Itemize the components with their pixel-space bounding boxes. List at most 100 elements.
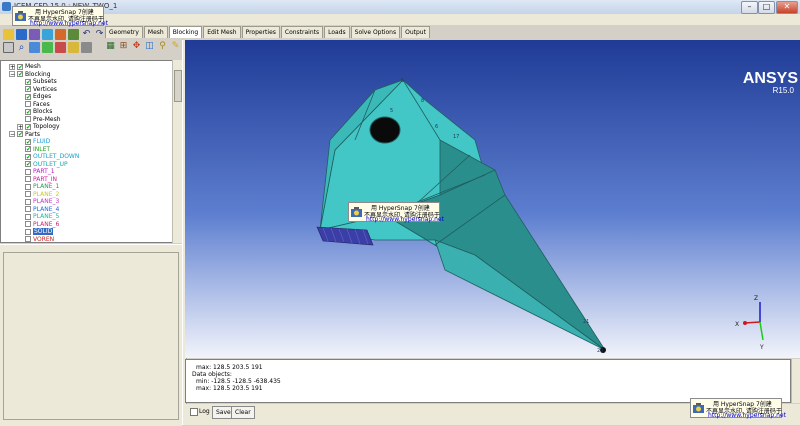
expand-toggle[interactable]: + [9, 63, 15, 70]
move-vertex-icon[interactable]: ✎ [170, 41, 181, 52]
zoom-icon[interactable]: ⌕ [16, 42, 27, 53]
tree-item-label: PLANE_2 [33, 190, 60, 198]
visibility-checkbox[interactable]: ✔ [25, 108, 31, 115]
measure-icon[interactable] [55, 42, 66, 53]
visibility-checkbox[interactable]: ✔ [25, 138, 31, 145]
visibility-checkbox[interactable] [25, 236, 31, 242]
split-block-icon[interactable]: ⊞ [118, 41, 129, 52]
tree-item-part[interactable]: PLANE_3 [25, 198, 59, 205]
minimize-button[interactable]: – [741, 1, 758, 14]
visibility-checkbox[interactable] [25, 213, 31, 220]
tab-mesh[interactable]: Mesh [143, 26, 168, 38]
visibility-checkbox[interactable]: ✔ [17, 63, 23, 70]
redo-icon[interactable]: ↷ [94, 29, 105, 40]
undo-icon[interactable]: ↶ [81, 29, 92, 40]
expand-toggle[interactable]: − [9, 131, 15, 138]
tree-item-part[interactable]: VOREN [25, 236, 54, 242]
visibility-checkbox[interactable] [25, 168, 31, 175]
tree-item-topology[interactable]: + ✔ Topology [17, 123, 60, 130]
tree-item-label: Parts [25, 130, 40, 138]
log-checkbox[interactable] [190, 408, 198, 416]
visibility-checkbox[interactable] [25, 198, 31, 205]
clear-button[interactable]: Clear [231, 406, 255, 419]
tab-output[interactable]: Output [401, 26, 430, 38]
geometry-icon[interactable] [29, 29, 40, 40]
display-icon[interactable] [42, 42, 53, 53]
visibility-checkbox[interactable]: ✔ [25, 123, 31, 130]
tree-item-blocks[interactable]: ✔ Blocks [25, 108, 52, 115]
main-toolbar-2: ⌕ [3, 41, 94, 54]
visibility-checkbox[interactable] [25, 183, 31, 190]
mesh-icon[interactable] [42, 29, 53, 40]
tree-item-edges[interactable]: ✔ Edges [25, 93, 51, 100]
visibility-checkbox[interactable] [25, 221, 31, 227]
visibility-checkbox[interactable]: ✔ [17, 71, 23, 78]
tab-solve-options[interactable]: Solve Options [350, 26, 401, 38]
tree-item-subsets[interactable]: ✔ Subsets [25, 78, 57, 85]
tab-constraints[interactable]: Constraints [280, 26, 324, 38]
tree-item-mesh[interactable]: + ✔ Mesh [9, 63, 41, 70]
visibility-checkbox[interactable]: ✔ [25, 78, 31, 85]
tab-geometry[interactable]: Geometry [105, 26, 143, 38]
close-button[interactable]: ✕ [776, 1, 798, 14]
tree-item-part[interactable]: SOLID [25, 228, 54, 235]
tree-item-part[interactable]: PLANE_4 [25, 206, 59, 213]
tree-item-part[interactable]: PLANE_6 [25, 221, 59, 228]
tree-item-label: PLANE_4 [33, 205, 60, 213]
tree-item-part[interactable]: PART_1 [25, 168, 55, 175]
tree-item-label: PLANE_6 [33, 220, 60, 228]
associate-icon[interactable]: ⚲ [157, 41, 168, 52]
save-icon[interactable] [16, 29, 27, 40]
visibility-checkbox[interactable]: ✔ [25, 146, 31, 153]
blocking-icon[interactable] [55, 29, 66, 40]
vertex-label: 21 [583, 319, 589, 325]
merge-vertices-icon[interactable]: ✥ [131, 41, 142, 52]
message-line: Data objects: [192, 371, 232, 378]
visibility-checkbox[interactable]: ✔ [17, 131, 23, 138]
tree-item-part[interactable]: ✔ OUTLET_UP [25, 161, 68, 168]
visibility-checkbox[interactable] [25, 206, 31, 212]
visibility-checkbox[interactable] [25, 101, 31, 107]
tree-item-blocking[interactable]: − ✔ Blocking [9, 71, 51, 78]
create-block-icon[interactable]: ▦ [105, 41, 116, 52]
tree-item-vertices[interactable]: ✔ Vertices [25, 86, 57, 93]
tree-item-part[interactable]: ✔ FLUID [25, 138, 50, 145]
tab-blocking[interactable]: Blocking [168, 26, 203, 38]
settings-icon[interactable] [68, 29, 79, 40]
open-icon[interactable] [3, 29, 14, 40]
tree-item-part[interactable]: ✔ OUTLET_DOWN [25, 153, 79, 160]
message-scrollbar[interactable] [791, 359, 800, 403]
maximize-button[interactable]: □ [758, 1, 775, 14]
tree-item-part[interactable]: PLANE_1 [25, 183, 59, 190]
visibility-checkbox[interactable] [25, 116, 31, 122]
visibility-checkbox[interactable] [25, 228, 31, 235]
visibility-checkbox[interactable]: ✔ [25, 93, 31, 100]
edit-block-icon[interactable]: ◫ [144, 41, 155, 52]
tree-item-parts[interactable]: − ✔ Parts [9, 131, 40, 138]
view-icon[interactable] [29, 42, 40, 53]
expand-toggle[interactable]: − [9, 71, 15, 78]
graphics-viewport[interactable]: 5 8 6 17 5 21 20 Z X Y ANSYS R15.0 [185, 40, 800, 358]
visibility-checkbox[interactable]: ✔ [25, 86, 31, 93]
tree-item-part[interactable]: PLANE_2 [25, 191, 59, 198]
wire-icon[interactable] [81, 42, 92, 53]
tree-scrollbar[interactable] [172, 60, 182, 243]
tab-properties[interactable]: Properties [241, 26, 280, 38]
fit-icon[interactable] [3, 42, 14, 53]
visibility-checkbox[interactable]: ✔ [25, 161, 31, 168]
visibility-checkbox[interactable] [25, 191, 31, 197]
tree-item-label: PLANE_5 [33, 213, 60, 220]
expand-toggle[interactable]: + [17, 123, 23, 130]
tree-item-label: INLET [33, 145, 51, 153]
tab-loads[interactable]: Loads [324, 26, 350, 38]
tree-item-faces[interactable]: Faces [25, 101, 50, 108]
tree-item-part[interactable]: ✔ INLET [25, 146, 50, 153]
shade-icon[interactable] [68, 42, 79, 53]
watermark-link: http://www.hypersnap.net [708, 412, 786, 419]
visibility-checkbox[interactable]: ✔ [25, 153, 31, 160]
tree-item-pre-mesh[interactable]: Pre-Mesh [25, 116, 61, 123]
tree-item-part[interactable]: PART_IN [25, 176, 57, 183]
tab-edit-mesh[interactable]: Edit Mesh [203, 26, 241, 38]
visibility-checkbox[interactable] [25, 176, 31, 182]
tree-item-part[interactable]: PLANE_5 [25, 213, 59, 220]
